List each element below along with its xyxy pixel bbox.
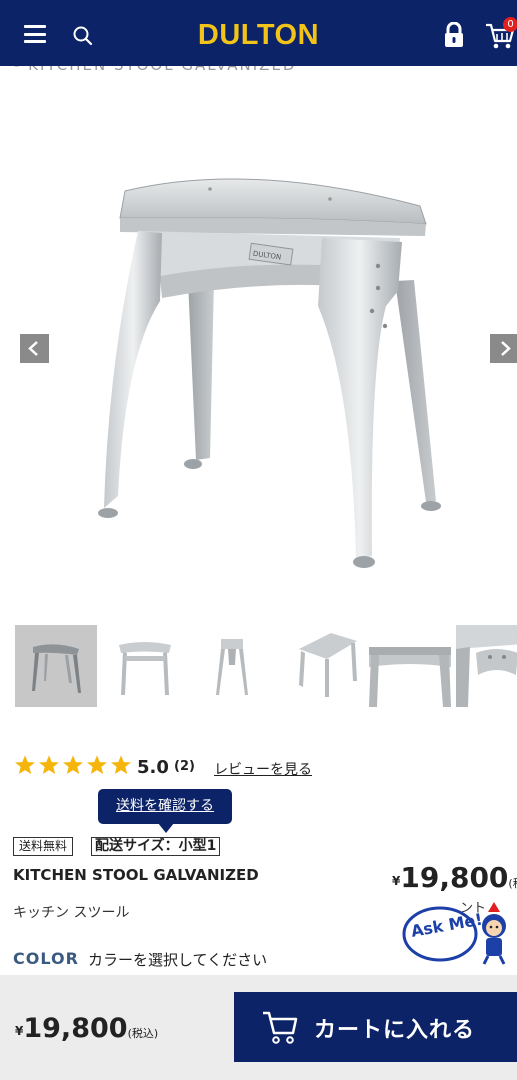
- star-icon: [87, 755, 107, 774]
- product-image-carousel[interactable]: - KITCHEN STOOL GALVANIZED: [0, 66, 517, 616]
- lock-icon[interactable]: [442, 22, 466, 48]
- ask-me-chat-button[interactable]: ント Ask Me!: [400, 896, 517, 968]
- tooltip-tail: [158, 823, 174, 833]
- add-to-cart-button[interactable]: カートに入れる: [234, 992, 517, 1062]
- stool-photo: DULTON: [98, 178, 441, 568]
- star-icon: [39, 755, 59, 774]
- site-logo[interactable]: DULTON: [0, 19, 517, 52]
- add-to-cart-label: カートに入れる: [314, 1018, 476, 1043]
- price-value: 19,800: [400, 861, 509, 894]
- check-shipping-tooltip[interactable]: 送料を確認する: [98, 789, 232, 824]
- review-count: (2): [174, 759, 195, 774]
- chevron-right-icon: [501, 341, 511, 356]
- thumbnail-5[interactable]: [369, 625, 451, 707]
- thumbnail-1[interactable]: [15, 625, 97, 707]
- view-reviews-link[interactable]: レビューを見る: [214, 759, 312, 779]
- ask-me-mascot-icon: ント Ask Me!: [400, 896, 517, 968]
- thumbnail-3[interactable]: [195, 625, 277, 707]
- cart-icon: [263, 1011, 298, 1044]
- thumbnail-4[interactable]: [287, 625, 369, 707]
- price-value: 19,800: [23, 1013, 128, 1044]
- chevron-left-icon: [28, 341, 38, 356]
- color-select-prompt[interactable]: カラーを選択してください: [88, 949, 267, 970]
- thumbnail-strip: [0, 625, 517, 707]
- carousel-prev-button[interactable]: [20, 334, 49, 363]
- thumbnail-2[interactable]: [103, 625, 185, 707]
- star-icon: [15, 755, 35, 774]
- sticky-purchase-bar: ¥19,800(税込) カートに入れる: [0, 975, 517, 1080]
- product-name-jp: キッチン スツール: [13, 905, 130, 921]
- star-icon: [111, 755, 131, 774]
- product-price: ¥19,800(税: [392, 861, 517, 894]
- price-tax-label: (税: [508, 877, 517, 890]
- color-label: COLOR: [13, 949, 79, 968]
- free-shipping-tag: 送料無料: [13, 837, 74, 856]
- cart-count-badge: 0: [503, 17, 517, 32]
- thumbnail-6[interactable]: [456, 625, 517, 707]
- site-header: DULTON 0: [0, 0, 517, 66]
- star-icon: [63, 755, 83, 774]
- carousel-next-button[interactable]: [490, 334, 517, 363]
- rating-score: 5.0: [137, 757, 169, 778]
- product-name: KITCHEN STOOL GALVANIZED: [13, 866, 259, 884]
- price-tax-label: (税込): [127, 1027, 159, 1040]
- bottom-price: ¥19,800(税込): [15, 1013, 158, 1044]
- shipping-size-tag: 配送サイズ：小型1: [91, 837, 221, 856]
